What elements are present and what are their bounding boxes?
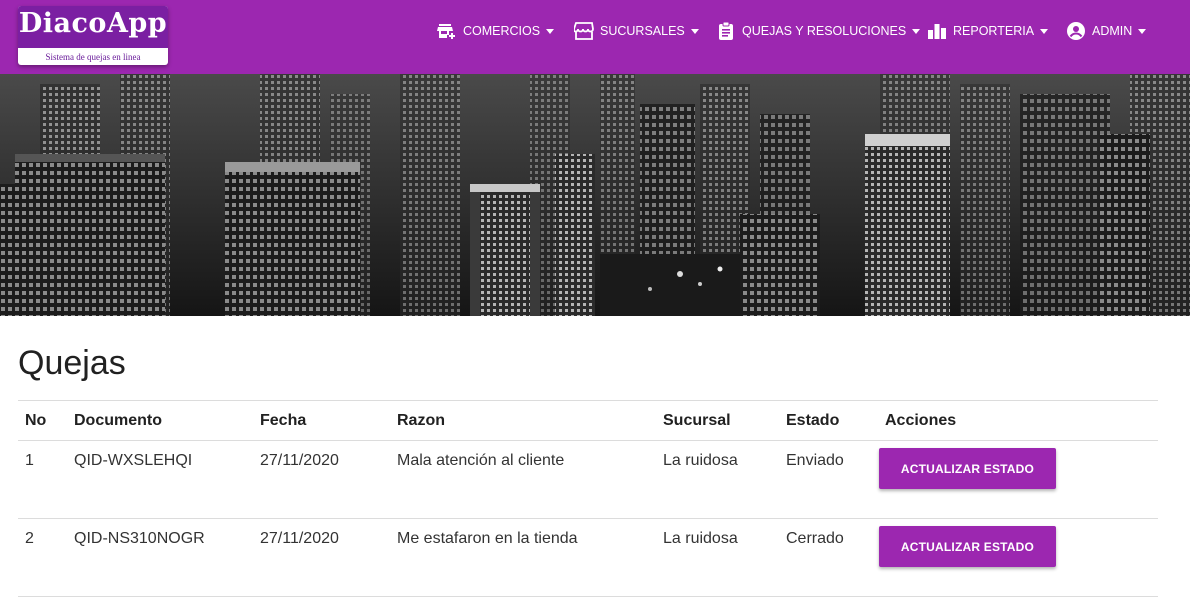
store-add-icon bbox=[437, 21, 457, 41]
nav-item-sucursales[interactable]: SUCURSALES bbox=[574, 0, 699, 62]
cell-sucursal: La ruidosa bbox=[663, 530, 738, 547]
nav-item-comercios[interactable]: COMERCIOS bbox=[437, 0, 555, 62]
nav-label: COMERCIOS bbox=[463, 24, 541, 38]
column-header-acciones: Acciones bbox=[885, 411, 957, 429]
nav-label: QUEJAS Y RESOLUCIONES bbox=[742, 24, 907, 38]
clipboard-icon bbox=[716, 21, 736, 41]
column-header-fecha: Fecha bbox=[260, 411, 307, 429]
table-row: 2 QID-NS310NOGR 27/11/2020 Me estafaron … bbox=[18, 519, 1158, 597]
cell-razon: Me estafaron en la tienda bbox=[397, 530, 578, 547]
nav-label: REPORTERIA bbox=[953, 24, 1035, 38]
table-row: 1 QID-WXSLEHQI 27/11/2020 Mala atención … bbox=[18, 441, 1158, 519]
column-header-documento: Documento bbox=[74, 411, 162, 429]
column-header-estado: Estado bbox=[786, 411, 840, 429]
cell-acciones: ACTUALIZAR ESTADO bbox=[878, 519, 1158, 597]
chevron-down-icon bbox=[546, 28, 555, 34]
cell-estado: Enviado bbox=[786, 452, 844, 469]
storefront-icon bbox=[574, 21, 594, 41]
cell-documento: QID-NS310NOGR bbox=[74, 530, 205, 547]
cell-acciones: ACTUALIZAR ESTADO bbox=[878, 441, 1158, 519]
actualizar-estado-button[interactable]: ACTUALIZAR ESTADO bbox=[879, 526, 1056, 567]
cell-no: 1 bbox=[25, 452, 34, 469]
actualizar-estado-button[interactable]: ACTUALIZAR ESTADO bbox=[879, 448, 1056, 489]
nav-item-admin[interactable]: ADMIN bbox=[1066, 0, 1147, 62]
chevron-down-icon bbox=[1040, 28, 1049, 34]
cell-no: 2 bbox=[25, 530, 34, 547]
table-header-row: No Documento Fecha Razon Sucursal Estado… bbox=[18, 400, 1158, 441]
brand-name: DiacoApp bbox=[18, 8, 168, 39]
bar-chart-icon bbox=[927, 21, 947, 41]
quejas-table: No Documento Fecha Razon Sucursal Estado… bbox=[18, 400, 1158, 597]
column-header-razon: Razon bbox=[397, 411, 445, 429]
nav-item-quejas[interactable]: QUEJAS Y RESOLUCIONES bbox=[716, 0, 921, 62]
cell-documento: QID-WXSLEHQI bbox=[74, 452, 193, 469]
chevron-down-icon bbox=[1138, 28, 1147, 34]
chevron-down-icon bbox=[912, 28, 921, 34]
nav-label: ADMIN bbox=[1092, 24, 1133, 38]
cell-fecha: 27/11/2020 bbox=[260, 452, 339, 469]
cell-fecha: 27/11/2020 bbox=[260, 530, 339, 547]
page-title: Quejas bbox=[18, 344, 126, 382]
account-circle-icon bbox=[1066, 21, 1086, 41]
column-header-no: No bbox=[25, 411, 47, 429]
nav-item-reporteria[interactable]: REPORTERIA bbox=[927, 0, 1049, 62]
cell-sucursal: La ruidosa bbox=[663, 452, 738, 469]
column-header-sucursal: Sucursal bbox=[663, 411, 731, 429]
nav-label: SUCURSALES bbox=[600, 24, 685, 38]
chevron-down-icon bbox=[690, 28, 699, 34]
brand-logo[interactable]: DiacoApp Sistema de quejas en linea bbox=[18, 6, 168, 65]
brand-tagline: Sistema de quejas en linea bbox=[45, 52, 141, 62]
cell-estado: Cerrado bbox=[786, 530, 844, 547]
cell-razon: Mala atención al cliente bbox=[397, 452, 565, 469]
hero-city-image bbox=[0, 74, 1190, 316]
top-navbar: DiacoApp Sistema de quejas en linea COME… bbox=[0, 0, 1190, 74]
